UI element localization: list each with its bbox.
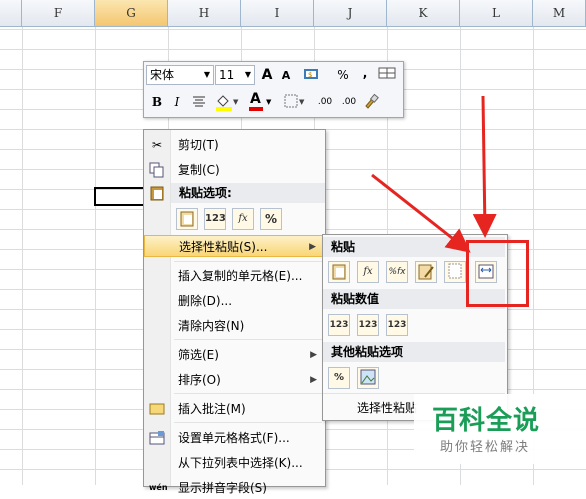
- watermark-title: 百科全说: [432, 406, 541, 436]
- watermark-subtitle: 助你轻松解决: [440, 440, 531, 455]
- watermark: 百科全说 助你轻松解决: [414, 394, 586, 464]
- arrow-diagonal-icon: [371, 173, 471, 253]
- arrow-down-icon: [472, 95, 497, 238]
